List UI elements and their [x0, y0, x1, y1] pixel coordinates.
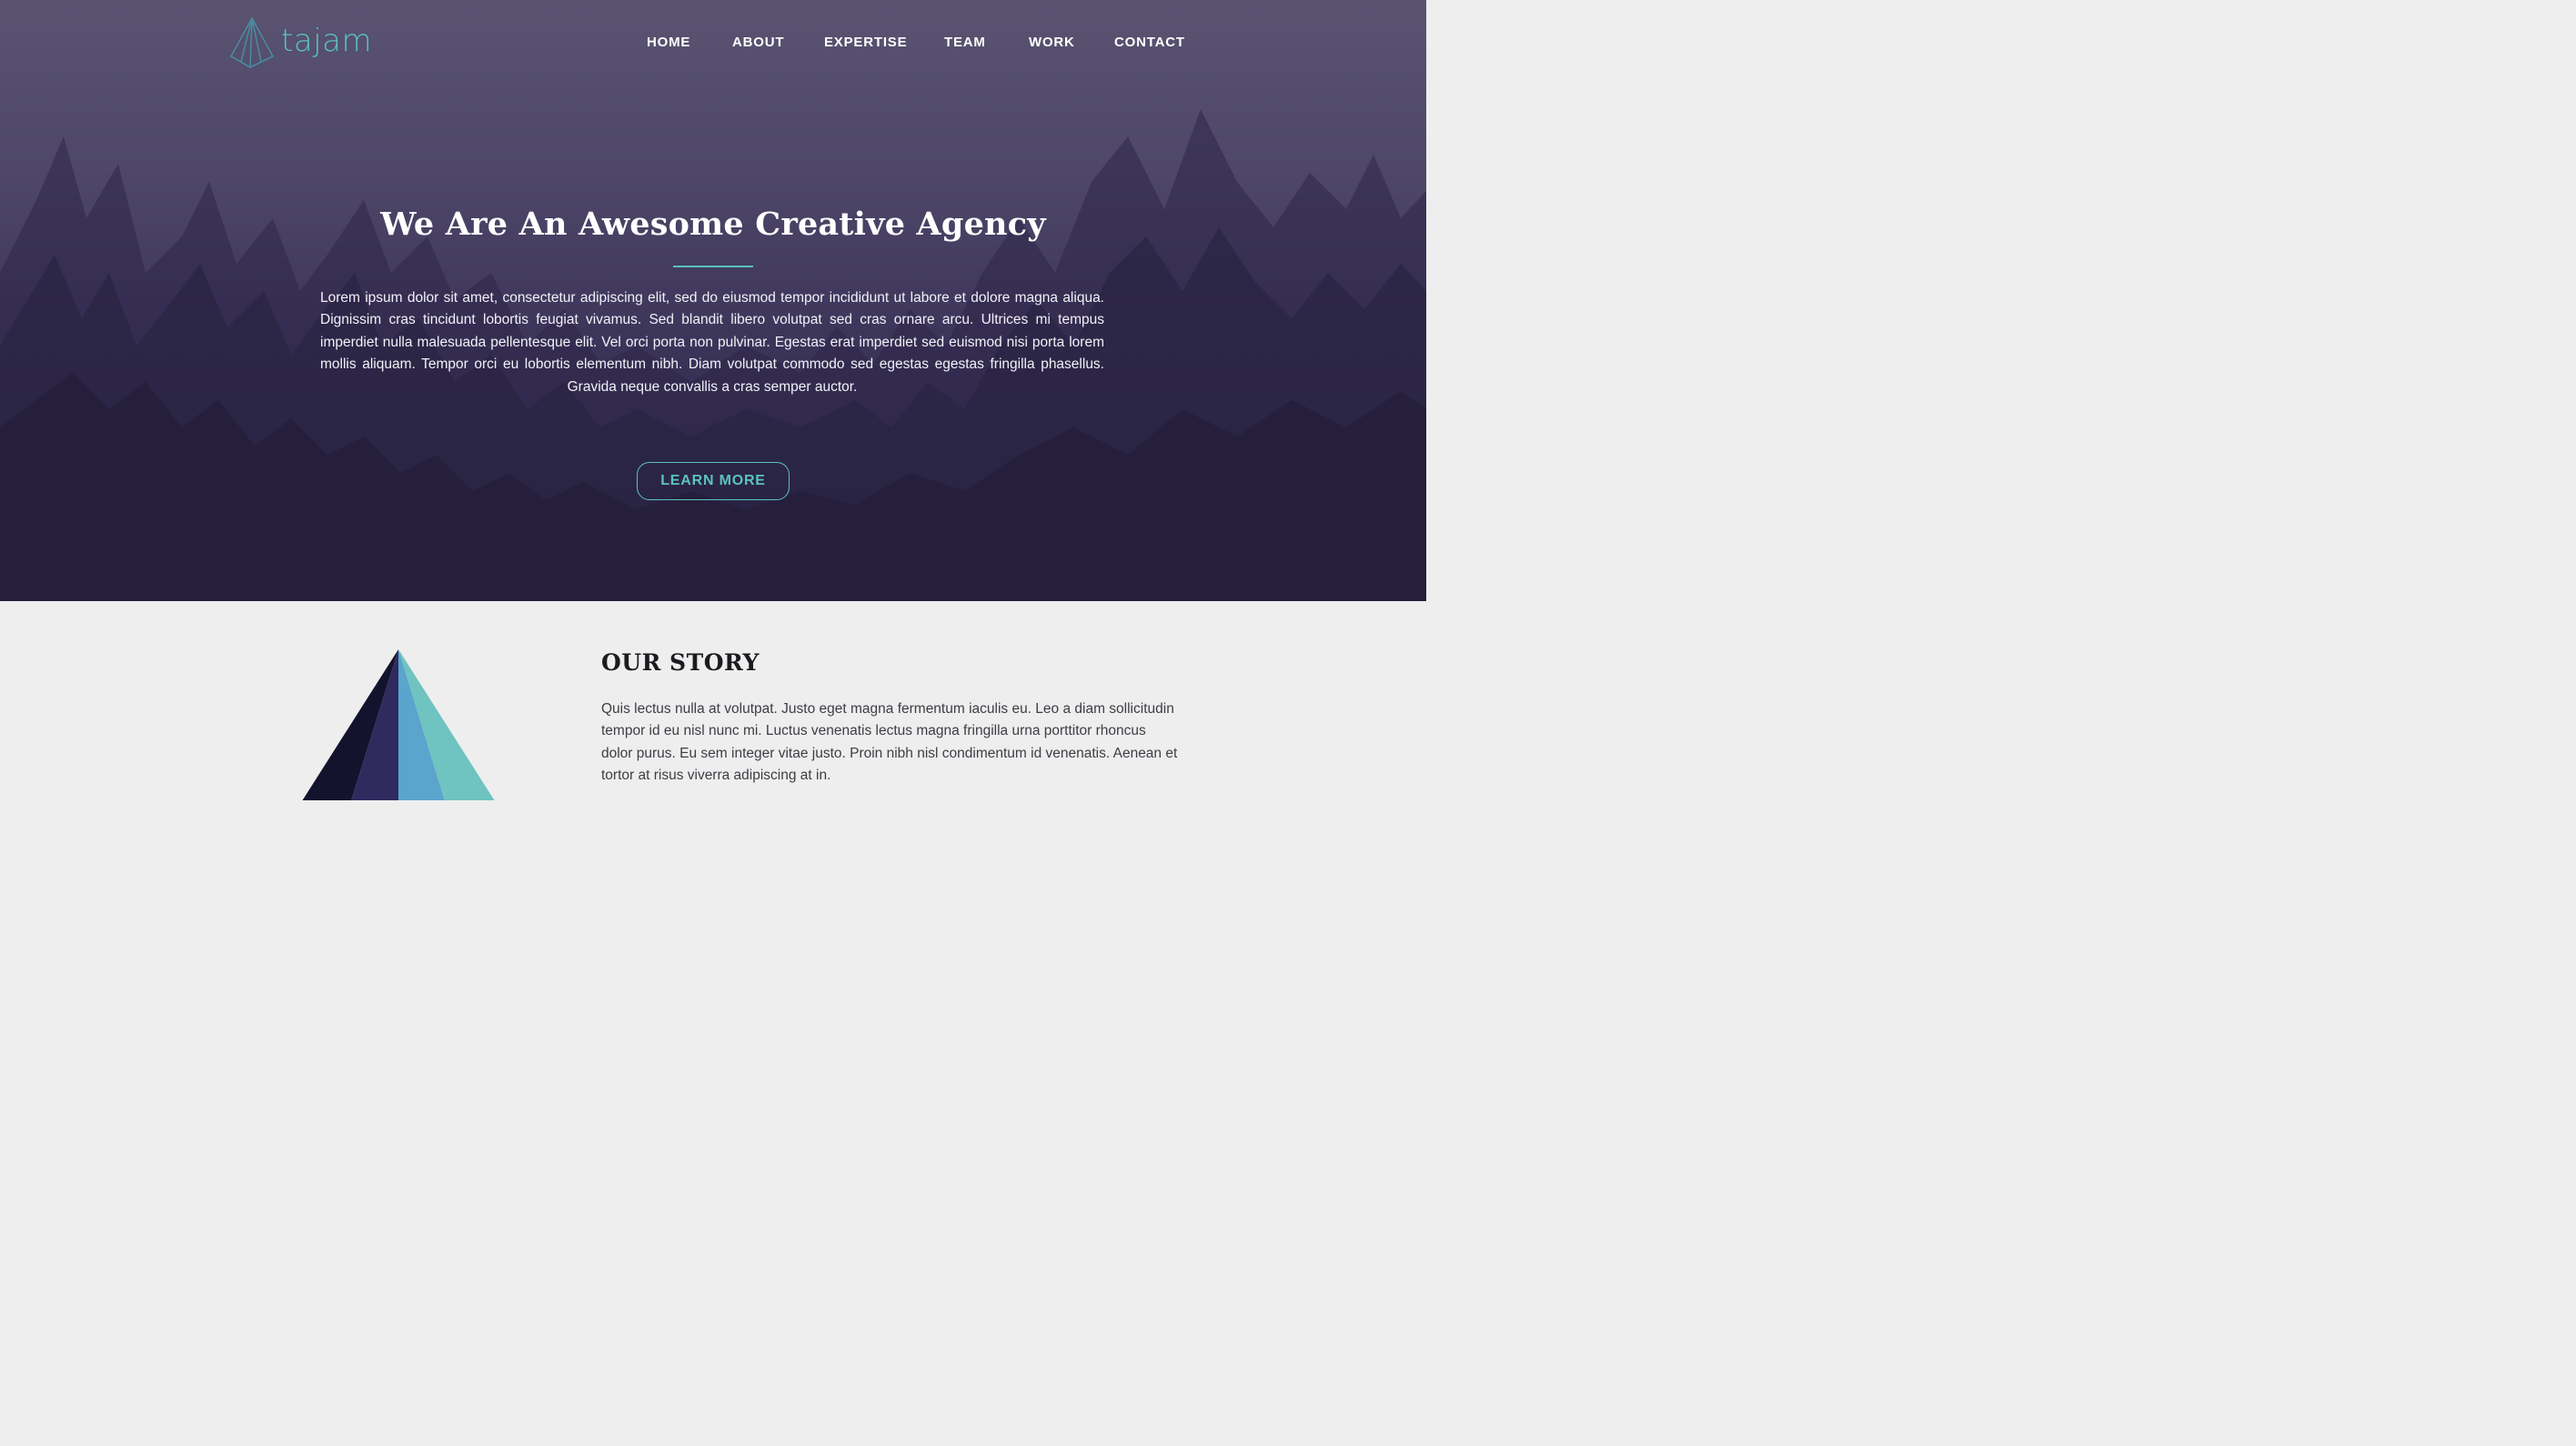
story-text: Quis lectus nulla at volutpat. Justo ege…	[601, 701, 1178, 784]
learn-more-button[interactable]: LEARN MORE	[637, 462, 790, 500]
hero-divider	[673, 266, 753, 267]
nav-item-team[interactable]: TEAM	[944, 35, 986, 50]
main-nav: HOME ABOUT EXPERTISE TEAM WORK CONTACT	[0, 35, 1426, 53]
nav-item-expertise[interactable]: EXPERTISE	[824, 35, 907, 50]
story-title: OUR STORY	[601, 649, 760, 676]
pyramid-illustration	[302, 649, 495, 800]
nav-item-work[interactable]: WORK	[1029, 35, 1075, 50]
nav-item-about[interactable]: ABOUT	[732, 35, 784, 50]
hero-section: tajam HOME ABOUT EXPERTISE TEAM WORK CON…	[0, 0, 1426, 601]
hero-title: We Are An Awesome Creative Agency	[380, 206, 1046, 243]
nav-item-home[interactable]: HOME	[647, 35, 690, 50]
hero-description: Lorem ipsum dolor sit amet, consectetur …	[320, 290, 1104, 395]
nav-item-contact[interactable]: CONTACT	[1114, 35, 1185, 50]
